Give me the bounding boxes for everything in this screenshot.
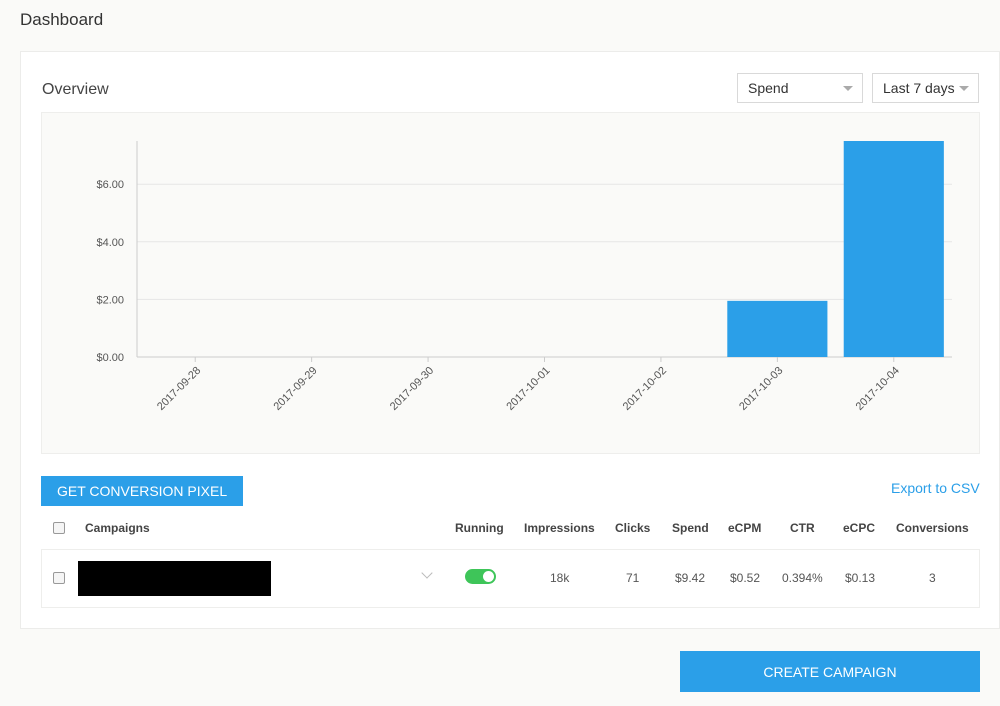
cell-spend: $9.42 <box>675 571 706 585</box>
cell-conversions: 3 <box>929 571 936 585</box>
x-tick-label: 2017-09-30 <box>388 365 436 413</box>
get-conversion-pixel-button[interactable]: GET CONVERSION PIXEL <box>41 476 244 506</box>
x-tick-label: 2017-10-04 <box>854 365 902 413</box>
caret-down-icon <box>959 86 969 91</box>
header-spend: Spend <box>672 521 709 535</box>
metric-select[interactable]: Spend <box>737 73 863 103</box>
y-tick-label: $4.00 <box>96 237 124 249</box>
spend-bar-chart: $0.00 $2.00 $4.00 $6.00 2017-09-28 2017-09-29… <box>96 141 952 413</box>
overview-title: Overview <box>42 81 109 98</box>
cell-impressions: 18k <box>550 571 570 585</box>
y-tick-label: $6.00 <box>96 179 124 191</box>
campaign-table-header: Campaigns Running Impressions Clicks Spe… <box>41 513 980 549</box>
x-tick-label: 2017-09-28 <box>155 365 203 413</box>
cell-ecpc: $0.13 <box>845 571 876 585</box>
bar <box>843 141 944 357</box>
header-ecpc: eCPC <box>843 521 876 535</box>
header-clicks: Clicks <box>615 521 651 535</box>
overview-chart: $0.00 $2.00 $4.00 $6.00 2017-09-28 2017-09-29… <box>41 112 980 454</box>
bar <box>727 300 828 357</box>
row-checkbox[interactable] <box>53 572 65 584</box>
header-running: Running <box>455 521 504 535</box>
redacted-campaign-name <box>78 561 271 596</box>
header-conversions: Conversions <box>896 521 969 535</box>
chevron-down-icon[interactable] <box>421 567 433 579</box>
create-campaign-button[interactable]: CREATE CAMPAIGN <box>680 651 980 692</box>
cell-ctr: 0.394% <box>782 571 823 585</box>
date-range-select[interactable]: Last 7 days <box>872 73 979 103</box>
header-ecpm: eCPM <box>728 521 762 535</box>
y-tick-label: $0.00 <box>96 352 124 364</box>
page-title: Dashboard <box>20 10 104 29</box>
select-all-checkbox[interactable] <box>53 522 65 534</box>
header-ctr: CTR <box>790 521 815 535</box>
y-tick-label: $2.00 <box>96 294 124 306</box>
table-row[interactable]: 18k 71 $9.42 $0.52 0.394% $0.13 3 <box>41 549 980 608</box>
x-tick-label: 2017-10-02 <box>621 365 669 413</box>
cell-ecpm: $0.52 <box>730 571 761 585</box>
x-tick-label: 2017-10-01 <box>504 365 552 413</box>
running-toggle[interactable] <box>465 569 496 584</box>
x-tick-label: 2017-09-29 <box>271 365 319 413</box>
caret-down-icon <box>843 86 853 91</box>
dashboard-panel: Overview Spend Last 7 days $0.00 $2.00 $4.… <box>20 51 1000 629</box>
date-range-value: Last 7 days <box>883 80 955 96</box>
metric-select-value: Spend <box>748 80 789 96</box>
header-campaigns: Campaigns <box>85 521 150 535</box>
toggle-knob <box>483 571 494 582</box>
x-tick-label: 2017-10-03 <box>737 365 785 413</box>
export-csv-link[interactable]: Export to CSV <box>891 480 980 496</box>
cell-clicks: 71 <box>626 571 640 585</box>
header-impressions: Impressions <box>524 521 595 535</box>
